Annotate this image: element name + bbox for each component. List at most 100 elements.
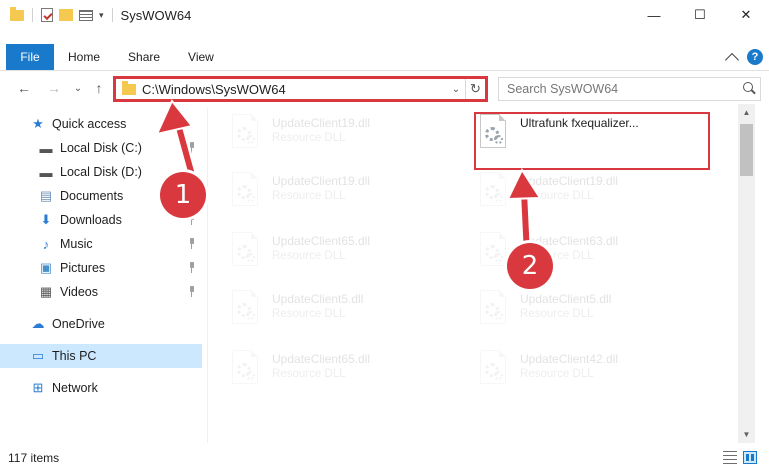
callout-badge-1: 1 — [160, 172, 206, 218]
file-item[interactable]: UpdateClient19.dll Resource DLL — [228, 172, 468, 222]
sidebar-item[interactable]: ▣ Pictures — [0, 256, 202, 280]
details-view-icon[interactable] — [723, 451, 737, 464]
up-button[interactable]: ↑ — [89, 79, 109, 97]
file-type: Resource DLL — [520, 368, 594, 380]
computer-icon: ▭ — [31, 348, 45, 363]
file-name: UpdateClient19.dll — [272, 116, 371, 130]
dll-file-icon — [228, 232, 262, 272]
title-bar: ▾ SysWOW64 — ☐ ✕ — [0, 0, 769, 30]
file-item[interactable]: UpdateClient19.dll Resource DLL — [476, 172, 716, 222]
search-icon[interactable] — [738, 78, 760, 100]
toolbar-divider — [32, 8, 33, 22]
file-name: UpdateClient65.dll — [272, 234, 371, 248]
navigation-bar: ← → ⌄ ↑ C:\Windows\SysWOW64 ⌄ ↻ Search S… — [0, 73, 769, 103]
sidebar-item-label: Downloads — [60, 213, 122, 227]
sidebar-item[interactable]: ▬ Local Disk (C:) — [0, 136, 202, 160]
sidebar-item[interactable]: ☁ OneDrive — [0, 312, 202, 336]
tab-share[interactable]: Share — [114, 44, 174, 70]
pin-icon — [188, 142, 196, 154]
dll-file-icon — [228, 290, 262, 330]
tab-home[interactable]: Home — [54, 44, 114, 70]
sidebar-item-label: OneDrive — [52, 317, 105, 331]
documents-icon: ▤ — [39, 188, 53, 203]
dll-file-icon — [476, 290, 510, 330]
expand-ribbon-icon[interactable] — [724, 52, 740, 67]
sidebar-item-label: This PC — [52, 349, 97, 363]
help-icon[interactable]: ? — [747, 49, 763, 65]
file-type: Resource DLL — [272, 368, 346, 380]
window-controls: — ☐ ✕ — [631, 0, 769, 30]
tab-view[interactable]: View — [174, 44, 228, 70]
toolbar-divider — [111, 8, 113, 22]
file-item[interactable]: UpdateClient19.dll Resource DLL — [228, 114, 468, 164]
file-item[interactable]: UpdateClient5.dll Resource DLL — [476, 290, 716, 340]
sidebar-item-label: Local Disk (C:) — [60, 141, 142, 155]
sidebar-item-label: Videos — [60, 285, 98, 299]
pictures-icon: ▣ — [39, 260, 53, 275]
address-bar[interactable]: C:\Windows\SysWOW64 ⌄ ↻ — [113, 76, 488, 102]
refresh-button[interactable]: ↻ — [465, 79, 485, 99]
search-box[interactable]: Search SysWOW64 — [498, 77, 761, 101]
forward-button[interactable]: → — [44, 79, 64, 97]
quick-access-toolbar: ▾ — [10, 6, 115, 22]
sidebar-item[interactable]: ⊞ Network — [0, 376, 202, 400]
network-icon: ⊞ — [32, 380, 44, 395]
sidebar-item[interactable]: ♪ Music — [0, 232, 202, 256]
sidebar-item-label: Pictures — [60, 261, 106, 275]
sidebar-item[interactable]: ▦ Videos — [0, 280, 202, 304]
large-icons-view-icon[interactable] — [743, 451, 757, 464]
dll-file-icon — [476, 172, 510, 212]
view-icon[interactable] — [79, 9, 93, 21]
sidebar-item-label: Documents — [60, 189, 124, 203]
sidebar-item-label: Network — [52, 381, 98, 395]
sidebar-item[interactable]: ▭ This PC — [0, 344, 202, 368]
item-count: 117 items — [8, 451, 60, 465]
pin-icon — [188, 238, 196, 250]
minimize-button[interactable]: — — [631, 0, 677, 30]
properties-icon[interactable] — [41, 8, 53, 22]
search-input[interactable]: Search SysWOW64 — [499, 82, 738, 96]
customize-toolbar-dropdown-icon[interactable]: ▾ — [99, 10, 104, 21]
folder-icon — [10, 6, 24, 21]
dll-file-icon — [228, 172, 262, 212]
sidebar-item[interactable]: ★ Quick access — [0, 112, 202, 136]
vertical-scrollbar[interactable]: ▲ ▼ — [738, 104, 755, 443]
maximize-button[interactable]: ☐ — [677, 0, 723, 30]
recent-locations-button[interactable]: ⌄ — [68, 79, 88, 97]
file-type: Resource DLL — [520, 190, 594, 202]
view-toggle — [723, 451, 757, 464]
file-name: UpdateClient42.dll — [520, 352, 619, 366]
file-type: Resource DLL — [272, 190, 346, 202]
file-type: Resource DLL — [272, 132, 346, 144]
pin-icon — [188, 262, 196, 274]
music-icon: ♪ — [42, 236, 50, 252]
file-name: UpdateClient5.dll — [272, 292, 364, 306]
file-name: UpdateClient19.dll — [272, 174, 371, 188]
file-item[interactable]: UpdateClient5.dll Resource DLL — [228, 290, 468, 340]
new-folder-icon[interactable] — [59, 9, 73, 21]
scroll-up-icon[interactable]: ▲ — [738, 104, 755, 121]
sidebar-item-label: Local Disk (D:) — [60, 165, 142, 179]
address-path[interactable]: C:\Windows\SysWOW64 — [142, 82, 447, 97]
file-item[interactable]: UpdateClient65.dll Resource DLL — [228, 350, 468, 400]
ribbon-controls: ? — [724, 49, 763, 67]
file-item[interactable]: UpdateClient65.dll Resource DLL — [228, 232, 468, 282]
close-button[interactable]: ✕ — [723, 0, 769, 30]
file-name: UpdateClient65.dll — [272, 352, 371, 366]
dll-file-icon — [476, 232, 510, 272]
folder-icon — [122, 80, 136, 95]
ribbon-tabs: File Home Share View ? — [0, 44, 769, 71]
navigation-pane: ★ Quick access ▬ Local Disk (C:) ▬ Local Disk… — [0, 108, 208, 443]
highlight-box — [474, 112, 710, 170]
star-icon: ★ — [32, 116, 44, 131]
file-name: UpdateClient5.dll — [520, 292, 612, 306]
file-item[interactable]: UpdateClient42.dll Resource DLL — [476, 350, 716, 400]
address-dropdown-button[interactable]: ⌄ — [447, 84, 465, 95]
dll-file-icon — [476, 350, 510, 390]
scroll-down-icon[interactable]: ▼ — [738, 426, 755, 443]
scroll-thumb[interactable] — [740, 124, 753, 176]
tab-file[interactable]: File — [6, 44, 54, 70]
file-type: Resource DLL — [272, 250, 346, 262]
sidebar-item-label: Quick access — [52, 117, 127, 131]
back-button[interactable]: ← — [14, 79, 34, 97]
